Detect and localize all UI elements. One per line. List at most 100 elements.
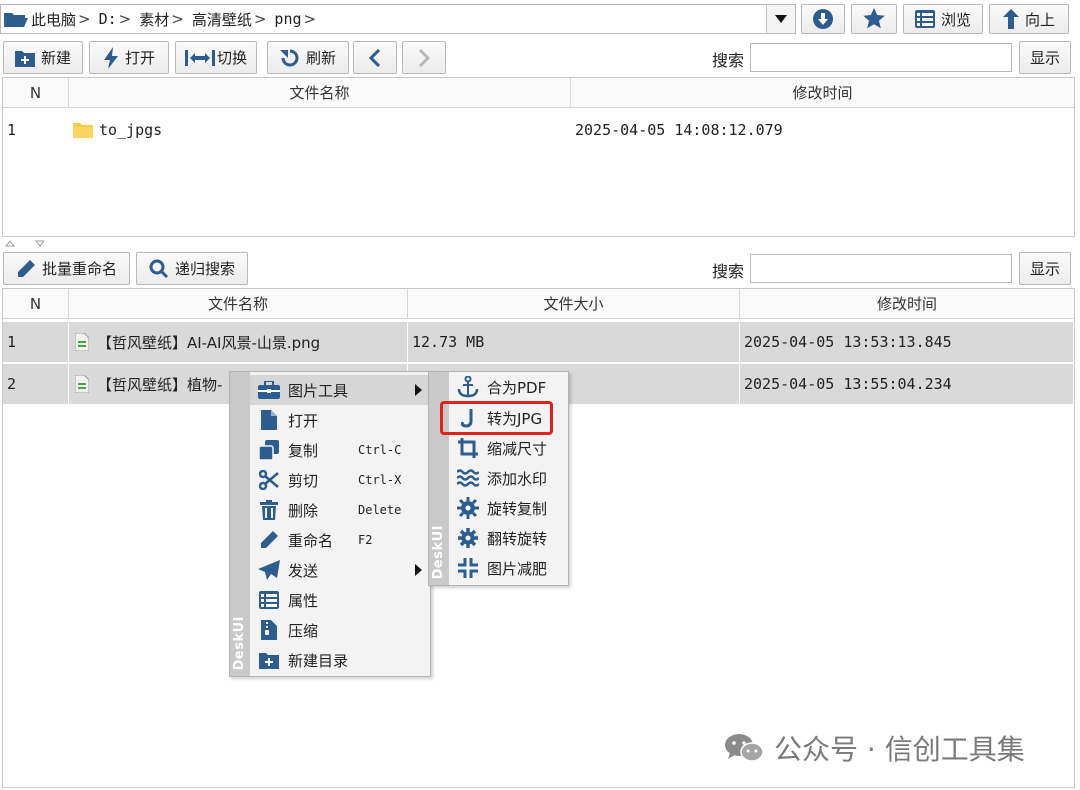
batch-rename-label: 批量重命名: [41, 260, 117, 278]
menu-label: 重命名: [288, 531, 334, 550]
open-button[interactable]: 打开: [89, 41, 169, 74]
favorite-button[interactable]: [851, 4, 897, 34]
search-label: 搜索: [712, 51, 745, 70]
column-header-modified[interactable]: 修改时间: [740, 289, 1074, 318]
show-button-2[interactable]: 显示: [1019, 252, 1071, 285]
recursive-search-button[interactable]: 递归搜索: [136, 252, 248, 285]
download-button[interactable]: [801, 4, 845, 34]
menu-label: 压缩: [288, 621, 319, 640]
show-button[interactable]: 显示: [1019, 41, 1071, 74]
arrows-horizontal-icon: [184, 49, 215, 66]
menu-shortcut: Delete: [358, 503, 402, 517]
pencil-icon: [17, 259, 35, 277]
cell-n: 1: [3, 322, 69, 362]
column-header-name[interactable]: 文件名称: [69, 289, 408, 318]
column-header-size[interactable]: 文件大小: [408, 289, 740, 318]
forward-button[interactable]: [402, 41, 446, 74]
menu-label: 属性: [288, 591, 319, 610]
search-icon: [149, 259, 169, 278]
submenu-item-image-slim[interactable]: 图片减肥: [449, 553, 568, 583]
file-name: 【哲风壁纸】AI-AI风景-山景.png: [97, 333, 321, 352]
file-icon: [258, 409, 280, 431]
menu-item-image-tools[interactable]: 图片工具: [250, 375, 430, 405]
chevron-left-icon: [369, 48, 381, 67]
new-folder-icon: [258, 649, 280, 671]
menu-item-properties[interactable]: 属性: [250, 585, 430, 615]
column-header-name[interactable]: 文件名称: [69, 78, 571, 107]
search-input-2[interactable]: [750, 254, 1012, 283]
path-dropdown-button[interactable]: [766, 5, 795, 33]
browse-button[interactable]: 浏览: [903, 4, 983, 34]
crumb-separator: >: [303, 10, 317, 28]
submenu-item-merge-pdf[interactable]: 合为PDF: [449, 372, 568, 402]
table-header: N 文件名称 文件大小 修改时间: [3, 289, 1074, 319]
anchor-icon: [457, 376, 479, 398]
menu-label: 发送: [288, 561, 319, 580]
new-button[interactable]: 新建: [3, 41, 83, 74]
menu-item-open[interactable]: 打开: [250, 405, 430, 435]
breadcrumb: 此电脑 > D: > 素材 > 高清壁纸 > png >: [29, 9, 322, 30]
table-row[interactable]: 1 to_jpgs 2025-04-05 14:08:12.079: [3, 116, 1074, 144]
list-icon: [914, 10, 935, 28]
chevron-right-icon: [418, 48, 430, 67]
menu-item-copy[interactable]: 复制 Ctrl-C: [250, 435, 430, 465]
refresh-button[interactable]: 刷新: [267, 41, 349, 74]
submenu-item-rotate-copy[interactable]: 旋转复制: [449, 493, 568, 523]
menu-item-new-directory[interactable]: 新建目录: [250, 645, 430, 675]
crumb-separator: >: [171, 10, 184, 28]
menu-label: 复制: [288, 441, 319, 460]
crumb-separator: >: [78, 10, 91, 28]
crumb-separator: >: [118, 10, 132, 28]
submenu-item-add-watermark[interactable]: 添加水印: [449, 463, 568, 493]
water-icon: [457, 467, 479, 489]
column-header-modified[interactable]: 修改时间: [571, 78, 1074, 107]
menu-shortcut: Ctrl-X: [358, 473, 402, 487]
copy-icon: [258, 439, 280, 461]
toolbox-icon: [258, 379, 280, 401]
menu-item-cut[interactable]: 剪切 Ctrl-X: [250, 465, 430, 495]
column-header-n[interactable]: N: [3, 78, 69, 107]
bolt-icon: [103, 46, 118, 69]
crumb-this-pc[interactable]: 此电脑: [29, 9, 78, 30]
gear-icon: [457, 497, 479, 519]
switch-button[interactable]: 切换: [175, 41, 257, 74]
cell-name: to_jpgs: [69, 116, 571, 144]
path-bar[interactable]: 此电脑 > D: > 素材 > 高清壁纸 > png >: [0, 4, 796, 34]
menu-label: 新建目录: [288, 651, 349, 670]
table-row[interactable]: 1 【哲风壁纸】AI-AI风景-山景.png 12.73 MB 2025-04-…: [3, 322, 1074, 362]
menu-label: 删除: [288, 501, 319, 520]
submenu-arrow-icon: [415, 384, 422, 396]
crumb-separator: >: [253, 10, 267, 28]
cell-n: 2: [3, 364, 69, 404]
crumb-folder-wallpaper[interactable]: 高清壁纸: [190, 9, 254, 30]
menu-item-rename[interactable]: 重命名 F2: [250, 525, 430, 555]
new-label: 新建: [40, 49, 71, 67]
search-input[interactable]: [750, 43, 1012, 72]
submenu-item-flip-rotate[interactable]: 翻转旋转: [449, 523, 568, 553]
cell-name: 【哲风壁纸】AI-AI风景-山景.png: [69, 322, 408, 362]
file-name: 【哲风壁纸】植物-: [97, 375, 223, 394]
menu-item-delete[interactable]: 删除 Delete: [250, 495, 430, 525]
menu-item-send[interactable]: 发送: [250, 555, 430, 585]
folder-icon: [73, 123, 93, 138]
cell-n: 1: [7, 121, 17, 139]
up-label: 向上: [1024, 10, 1055, 29]
watermark: 公众号 · 信创工具集: [724, 728, 1025, 768]
show-label: 显示: [1029, 49, 1060, 67]
crumb-folder-sucai[interactable]: 素材: [137, 9, 171, 30]
send-icon: [258, 559, 280, 581]
folder-table: N 文件名称 修改时间 1 to_jpgs 2025-04-05 14:08:1…: [2, 77, 1075, 237]
submenu-arrow-icon: [415, 564, 422, 576]
menu-item-compress[interactable]: 压缩: [250, 615, 430, 645]
compress-icon: [457, 557, 479, 579]
splitter-handle[interactable]: [4, 238, 54, 248]
up-button[interactable]: 向上: [989, 4, 1069, 34]
refresh-icon: [279, 49, 299, 66]
back-button[interactable]: [353, 41, 397, 74]
batch-rename-button[interactable]: 批量重命名: [3, 252, 130, 285]
crumb-folder-png[interactable]: png: [272, 10, 303, 28]
trash-icon: [258, 499, 280, 521]
column-header-n[interactable]: N: [3, 289, 69, 318]
crumb-drive[interactable]: D:: [97, 10, 119, 28]
submenu-item-reduce-size[interactable]: 缩减尺寸: [449, 433, 568, 463]
